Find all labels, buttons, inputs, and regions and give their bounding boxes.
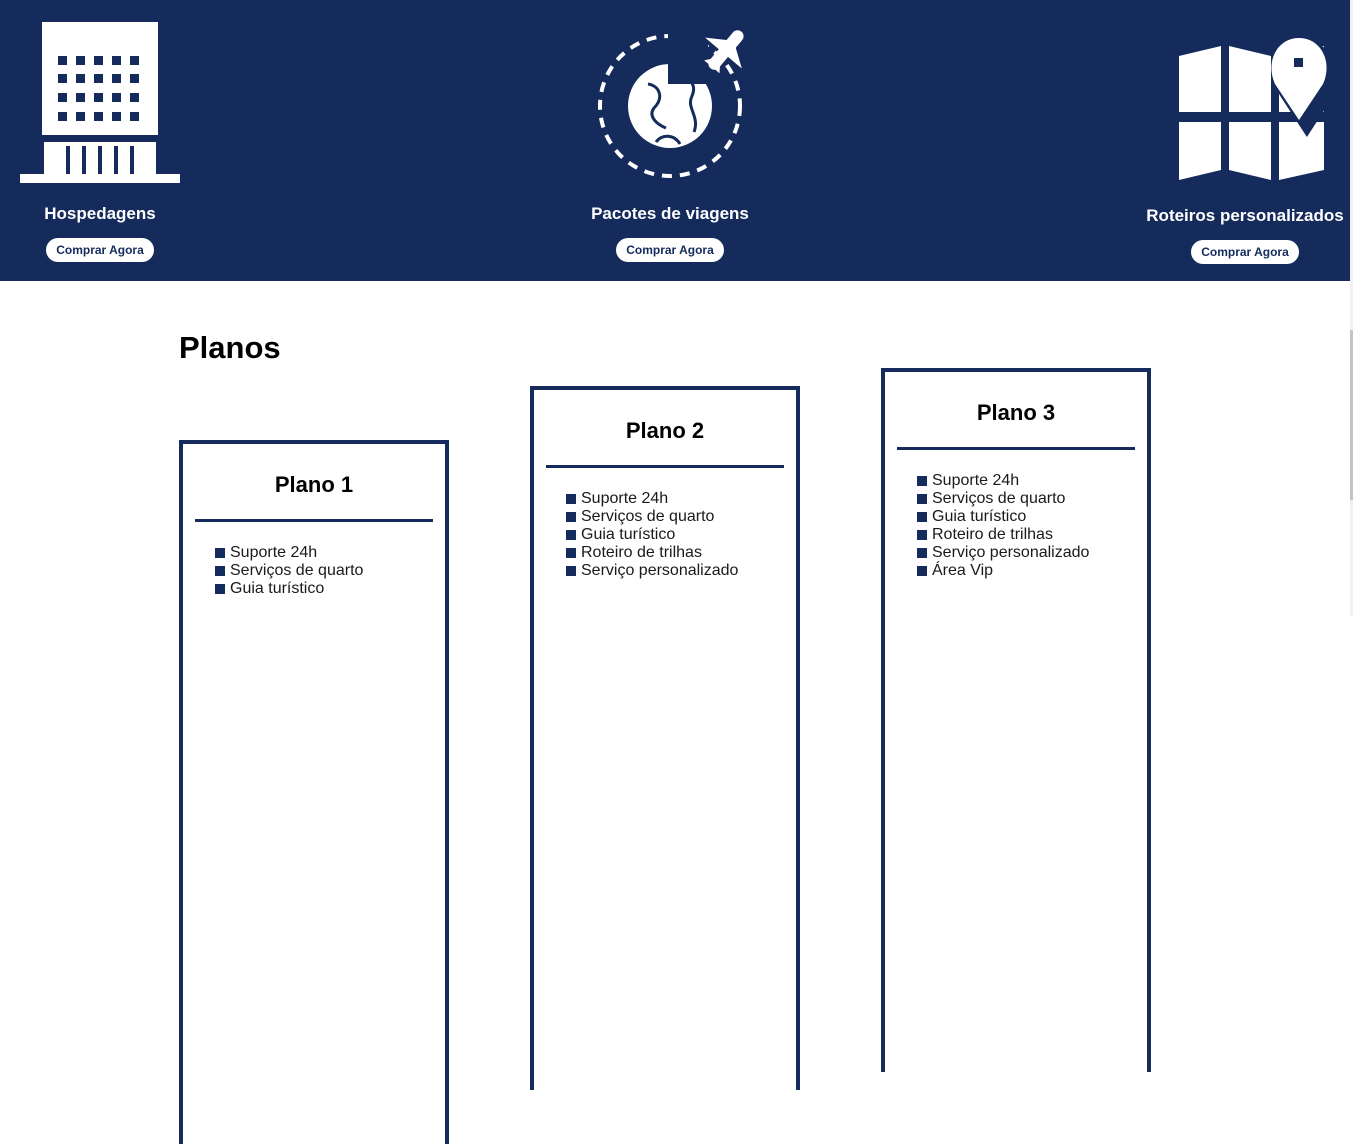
list-item: Serviço personalizado — [566, 562, 796, 580]
list-item: Serviços de quarto — [215, 562, 445, 580]
square-bullet-icon — [917, 512, 927, 522]
square-bullet-icon — [215, 584, 225, 594]
plan-card: Plano 2 Suporte 24h Serviços de quarto G… — [530, 386, 800, 1090]
service-title: Pacotes de viagens — [591, 204, 749, 223]
plan-card: Plano 1 Suporte 24h Serviços de quarto G… — [179, 440, 449, 1144]
services-banner: Hospedagens Comprar Agora Pacotes de via… — [0, 0, 1350, 281]
service-title: Hospedagens — [44, 204, 156, 223]
plan-title: Plano 2 — [625, 418, 705, 443]
plan-feature-list: Suporte 24h Serviços de quarto Guia turí… — [566, 490, 796, 580]
list-item: Serviços de quarto — [917, 490, 1147, 508]
plans-section-title: Planos — [179, 330, 281, 365]
list-item: Guia turístico — [566, 526, 796, 544]
list-item: Roteiro de trilhas — [917, 526, 1147, 544]
square-bullet-icon — [917, 566, 927, 576]
list-item: Guia turístico — [917, 508, 1147, 526]
plan-divider — [546, 465, 784, 468]
plan-feature-list: Suporte 24h Serviços de quarto Guia turí… — [215, 544, 445, 598]
list-item: Área Vip — [917, 562, 1147, 580]
list-item: Serviço personalizado — [917, 544, 1147, 562]
globe-airplane-icon — [598, 24, 744, 178]
plan-divider — [195, 519, 433, 522]
service-pacotes: Pacotes de viagens Comprar Agora — [570, 24, 770, 262]
square-bullet-icon — [917, 530, 927, 540]
square-bullet-icon — [566, 494, 576, 504]
buy-now-button[interactable]: Comprar Agora — [616, 238, 724, 262]
plan-title: Plano 3 — [976, 400, 1056, 425]
square-bullet-icon — [566, 548, 576, 558]
list-item: Serviços de quarto — [566, 508, 796, 526]
square-bullet-icon — [215, 566, 225, 576]
buy-now-button[interactable]: Comprar Agora — [1191, 240, 1299, 264]
list-item: Roteiro de trilhas — [566, 544, 796, 562]
plan-title: Plano 1 — [274, 472, 354, 497]
square-bullet-icon — [917, 494, 927, 504]
list-item: Guia turístico — [215, 580, 445, 598]
square-bullet-icon — [215, 548, 225, 558]
list-item: Suporte 24h — [566, 490, 796, 508]
square-bullet-icon — [917, 476, 927, 486]
square-bullet-icon — [917, 548, 927, 558]
square-bullet-icon — [566, 566, 576, 576]
plan-divider — [897, 447, 1135, 450]
list-item: Suporte 24h — [917, 472, 1147, 490]
plan-feature-list: Suporte 24h Serviços de quarto Guia turí… — [917, 472, 1147, 580]
service-roteiros: Roteiros personalizados Comprar Agora — [1140, 32, 1350, 264]
service-title: Roteiros personalizados — [1146, 206, 1344, 225]
list-item: Suporte 24h — [215, 544, 445, 562]
square-bullet-icon — [566, 530, 576, 540]
service-hospedagens: Hospedagens Comprar Agora — [20, 22, 180, 262]
map-pin-icon — [1173, 38, 1331, 180]
plan-card: Plano 3 Suporte 24h Serviços de quarto G… — [881, 368, 1151, 1072]
buy-now-button[interactable]: Comprar Agora — [46, 238, 154, 262]
square-bullet-icon — [566, 512, 576, 522]
hotel-building-icon — [20, 22, 180, 183]
